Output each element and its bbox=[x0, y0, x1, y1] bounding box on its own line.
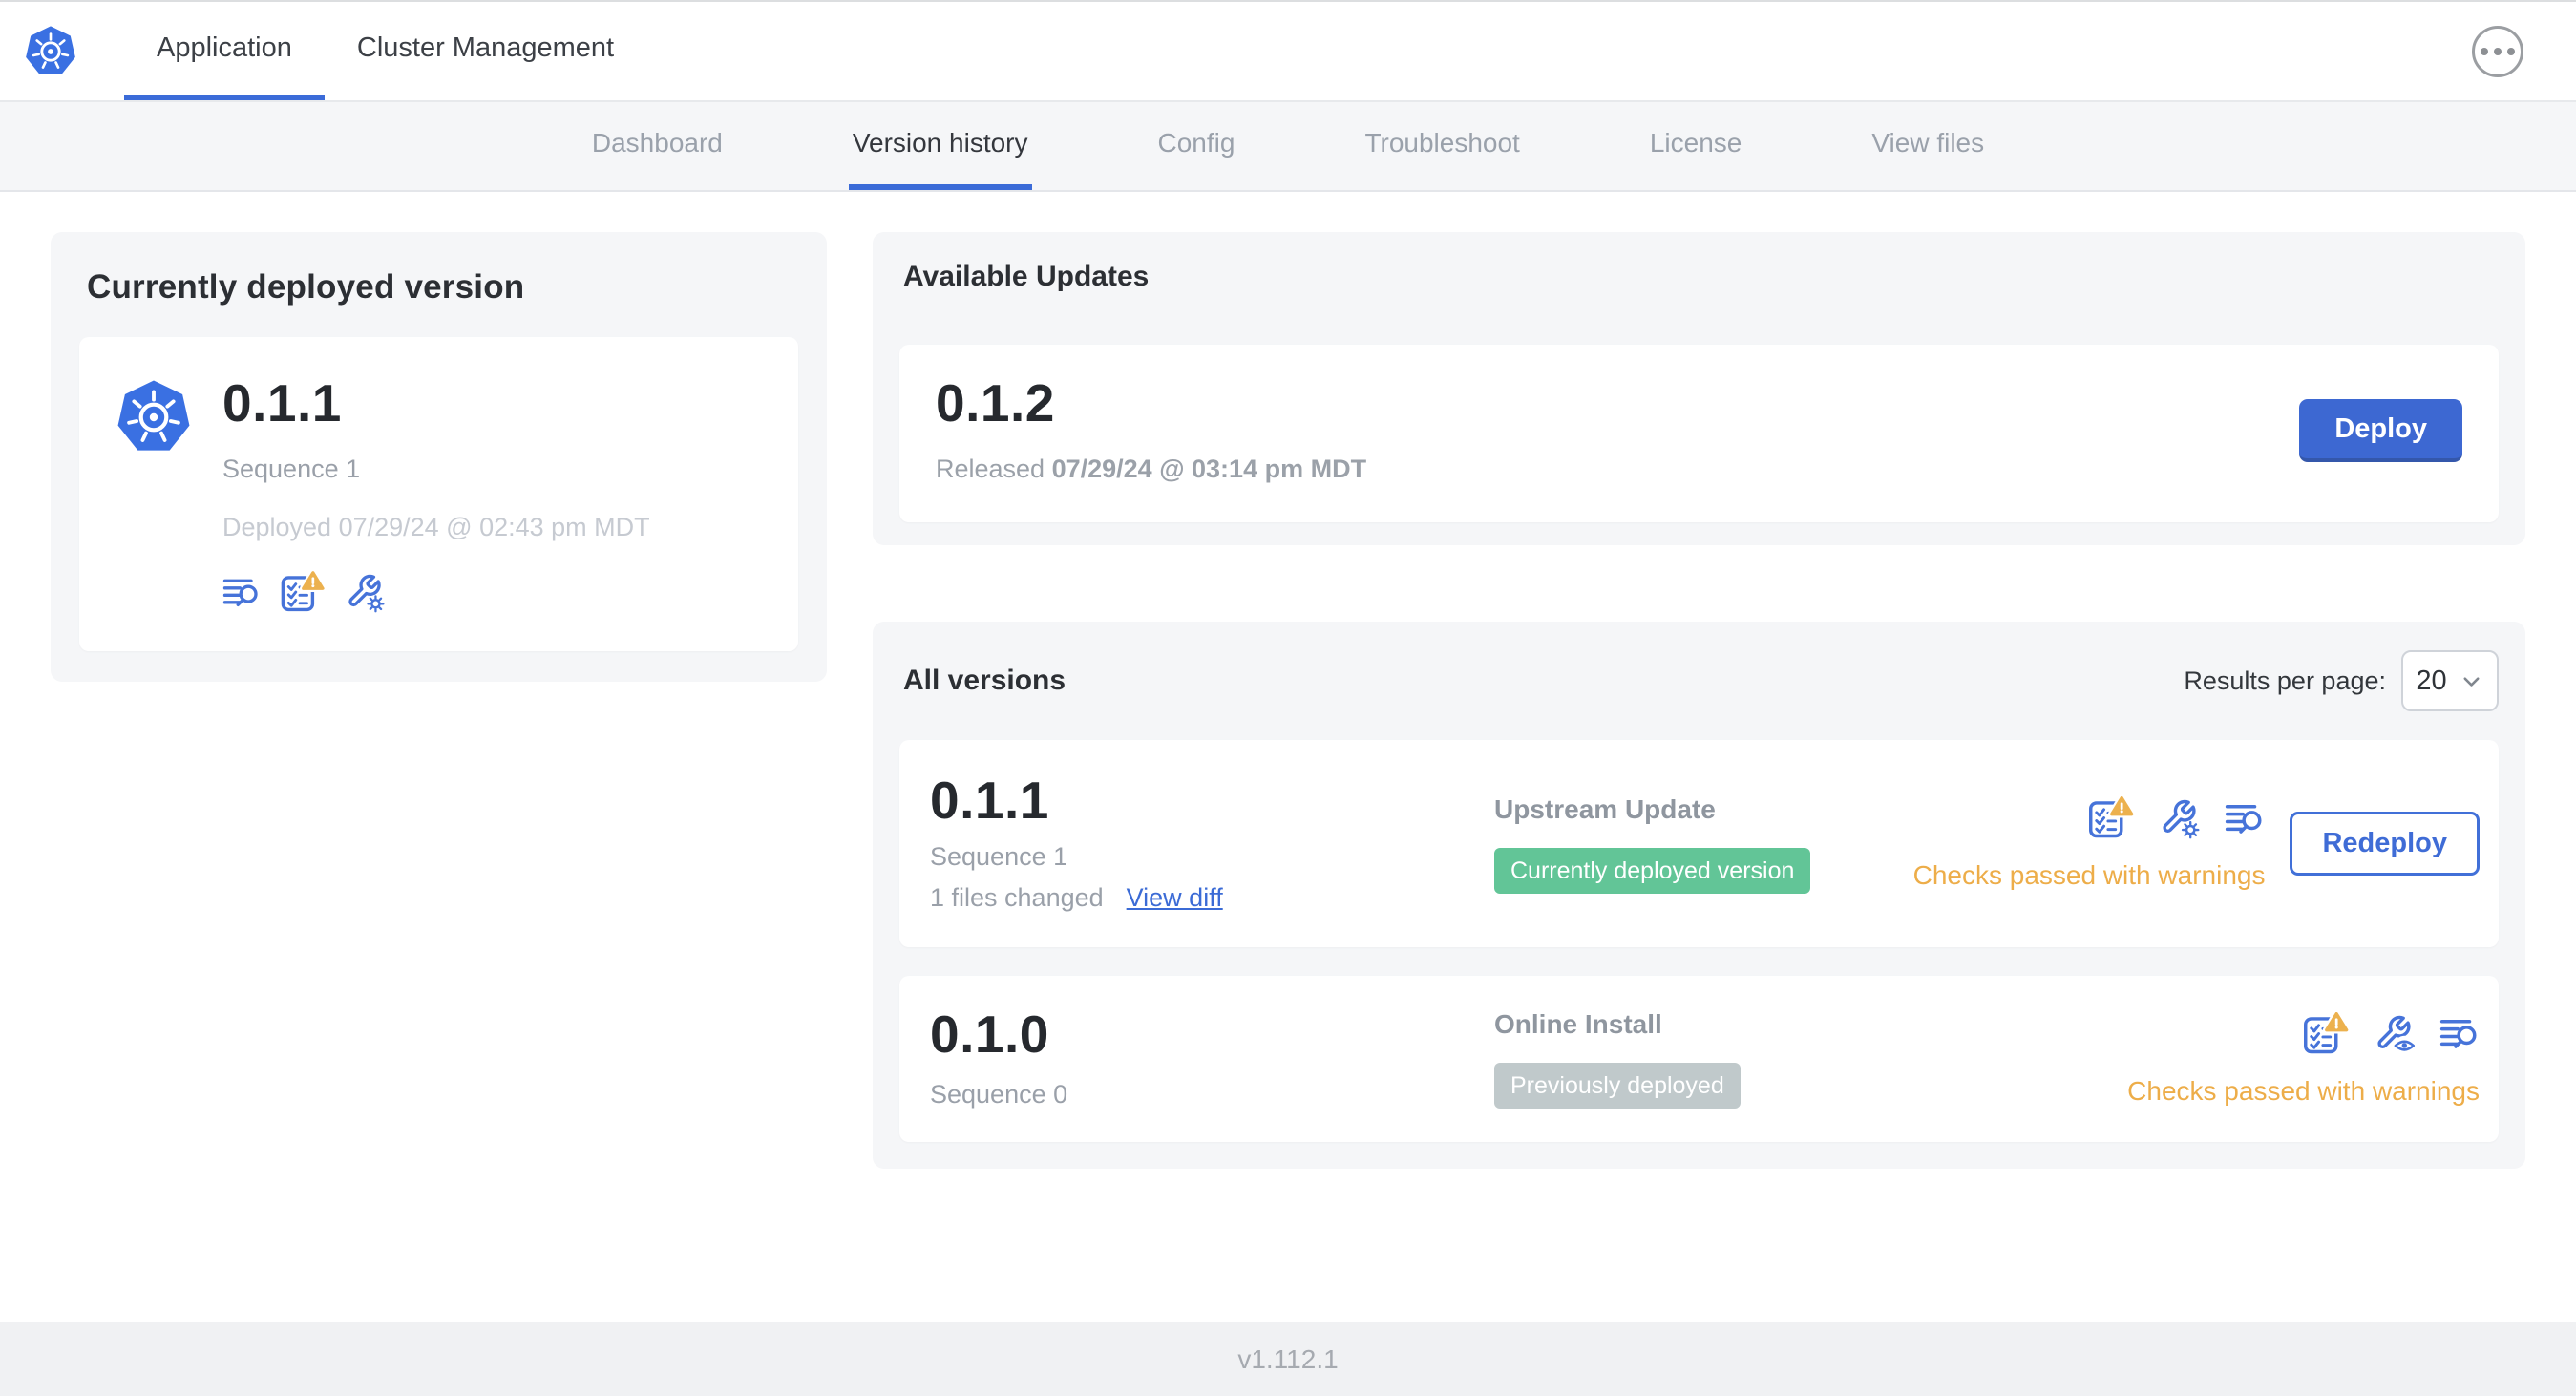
tab-application[interactable]: Application bbox=[124, 2, 325, 100]
update-released-timestamp: Released 07/29/24 @ 03:14 pm MDT bbox=[936, 455, 1366, 484]
results-per-page: Results per page: 20 bbox=[2184, 650, 2499, 711]
top-nav: Application Cluster Management bbox=[0, 0, 2576, 102]
update-info: 0.1.2 Released 07/29/24 @ 03:14 pm MDT bbox=[936, 377, 1366, 484]
released-prefix: Released bbox=[936, 455, 1045, 483]
ellipsis-dot bbox=[2481, 47, 2488, 55]
ellipsis-menu-button[interactable] bbox=[2472, 25, 2523, 77]
main-content: Currently deployed version 0.1.1 Sequenc… bbox=[0, 192, 2576, 1322]
all-versions-header: All versions Results per page: 20 bbox=[899, 650, 2499, 711]
edit-config-icon[interactable] bbox=[2158, 796, 2201, 839]
deployment-status-badge: Currently deployed version bbox=[1494, 847, 1811, 894]
deployed-version-info: 0.1.1 Sequence 1 Deployed 07/29/24 @ 02:… bbox=[222, 377, 650, 613]
version-row-actions: Checks passed with warnings Redeploy bbox=[1913, 796, 2480, 891]
diff-icon[interactable] bbox=[222, 573, 261, 611]
subnav-item-troubleshoot[interactable]: Troubleshoot bbox=[1361, 102, 1523, 190]
view-config-icon[interactable] bbox=[2373, 1012, 2416, 1055]
edit-config-icon[interactable] bbox=[344, 571, 386, 613]
version-action-icons bbox=[2302, 1012, 2480, 1055]
tab-cluster-management[interactable]: Cluster Management bbox=[325, 2, 646, 100]
update-version-number: 0.1.2 bbox=[936, 373, 1055, 433]
available-updates-card: Available Updates 0.1.2 Released 07/29/2… bbox=[873, 232, 2525, 545]
subnav-item-version-history[interactable]: Version history bbox=[848, 102, 1032, 190]
source-label: Upstream Update bbox=[1494, 793, 1716, 824]
results-per-page-select[interactable]: 20 bbox=[2401, 650, 2499, 711]
brand bbox=[23, 2, 78, 100]
update-row: 0.1.2 Released 07/29/24 @ 03:14 pm MDT D… bbox=[899, 345, 2499, 522]
preflight-checks-warning-icon[interactable] bbox=[2302, 1012, 2349, 1055]
version-row-source: Upstream Update Currently deployed versi… bbox=[1494, 794, 1913, 894]
version-action-icons bbox=[2087, 796, 2265, 839]
sequence-label: Sequence 0 bbox=[930, 1080, 1068, 1109]
version-row: 0.1.1 Sequence 1 1 files changed View di… bbox=[899, 740, 2499, 947]
deployment-status-badge: Previously deployed bbox=[1494, 1063, 1741, 1109]
source-label: Online Install bbox=[1494, 1009, 1662, 1039]
released-date: 07/29/24 @ 03:14 pm MDT bbox=[1051, 455, 1367, 483]
subnav-item-config[interactable]: Config bbox=[1154, 102, 1239, 190]
preflight-checks-warning-icon[interactable] bbox=[2087, 796, 2134, 839]
subnav-item-license[interactable]: License bbox=[1646, 102, 1746, 190]
sub-nav: Dashboard Version history Config Trouble… bbox=[0, 102, 2576, 192]
view-diff-link[interactable]: View diff bbox=[1127, 883, 1223, 913]
current-version-card: Currently deployed version 0.1.1 Sequenc… bbox=[51, 232, 827, 682]
results-per-page-value: 20 bbox=[2416, 665, 2447, 696]
ellipsis-dot bbox=[2507, 47, 2515, 55]
footer-version: v1.112.1 bbox=[1237, 1343, 1339, 1374]
ellipsis-dot bbox=[2494, 47, 2502, 55]
version-row-info: 0.1.1 Sequence 1 1 files changed View di… bbox=[930, 774, 1494, 913]
deployed-version-number: 0.1.1 bbox=[222, 373, 342, 433]
right-column: Available Updates 0.1.2 Released 07/29/2… bbox=[873, 232, 2525, 1169]
deployed-version-actions bbox=[222, 571, 650, 613]
all-versions-title: All versions bbox=[903, 665, 1066, 696]
top-tabs: Application Cluster Management bbox=[124, 2, 646, 100]
diff-icon[interactable] bbox=[2225, 798, 2265, 838]
version-row-info: 0.1.0 Sequence 0 bbox=[930, 1008, 1494, 1110]
version-row-source: Online Install Previously deployed bbox=[1494, 1009, 2127, 1109]
deployed-version-panel: 0.1.1 Sequence 1 Deployed 07/29/24 @ 02:… bbox=[79, 337, 798, 651]
version-number: 0.1.0 bbox=[930, 1005, 1049, 1064]
top-nav-right bbox=[2472, 25, 2523, 77]
diff-icon[interactable] bbox=[2439, 1013, 2480, 1053]
chevron-down-icon bbox=[2459, 668, 2484, 694]
available-updates-title: Available Updates bbox=[903, 261, 1150, 292]
version-row: 0.1.0 Sequence 0 Online Install Previous… bbox=[899, 976, 2499, 1142]
footer: v1.112.1 bbox=[0, 1322, 2576, 1396]
preflight-checks-warning-icon[interactable] bbox=[280, 571, 325, 613]
deployed-timestamp: Deployed 07/29/24 @ 02:43 pm MDT bbox=[222, 513, 650, 541]
deployed-sequence-label: Sequence 1 bbox=[222, 455, 361, 483]
redeploy-button[interactable]: Redeploy bbox=[2290, 812, 2480, 876]
version-row-actions: Checks passed with warnings bbox=[2127, 1012, 2480, 1107]
admin-console-page: Application Cluster Management Dashboard… bbox=[0, 0, 2576, 1396]
sequence-label: Sequence 1 bbox=[930, 842, 1068, 871]
kubernetes-logo-icon bbox=[23, 24, 78, 79]
kubernetes-app-icon bbox=[114, 377, 194, 457]
files-changed-label: 1 files changed bbox=[930, 883, 1104, 912]
current-version-title: Currently deployed version bbox=[87, 268, 525, 306]
preflight-status-text: Checks passed with warnings bbox=[2127, 1075, 2480, 1106]
results-per-page-label: Results per page: bbox=[2184, 666, 2386, 695]
preflight-status-text: Checks passed with warnings bbox=[1912, 860, 2266, 890]
subnav-item-view-files[interactable]: View files bbox=[1868, 102, 1988, 190]
icon-status-stack: Checks passed with warnings bbox=[1912, 796, 2266, 891]
all-versions-card: All versions Results per page: 20 0.1.1 … bbox=[873, 622, 2525, 1169]
files-changed-row: 1 files changed View diff bbox=[930, 883, 1494, 913]
deploy-button[interactable]: Deploy bbox=[2299, 399, 2462, 462]
subnav-item-dashboard[interactable]: Dashboard bbox=[588, 102, 727, 190]
icon-status-stack: Checks passed with warnings bbox=[2127, 1012, 2480, 1107]
version-number: 0.1.1 bbox=[930, 771, 1049, 830]
